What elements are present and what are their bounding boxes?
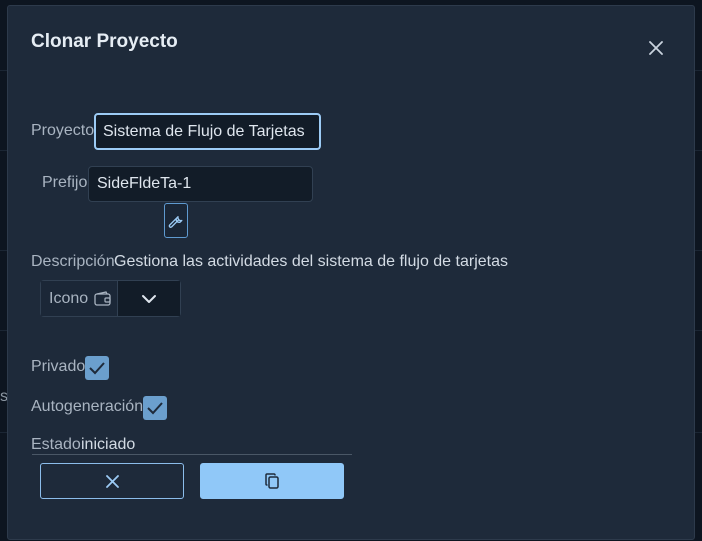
cancel-button[interactable] — [40, 463, 184, 499]
description-label: Descripción — [31, 253, 115, 270]
prefix-input[interactable] — [88, 166, 313, 202]
generate-prefix-button[interactable] — [164, 203, 188, 238]
checkmark-icon — [147, 402, 163, 415]
wrench-icon — [168, 215, 183, 228]
clone-button[interactable] — [200, 463, 344, 499]
icon-selector: Icono — [40, 280, 181, 317]
private-label: Privado — [31, 358, 86, 375]
close-icon — [105, 474, 119, 488]
icon-select-dropdown[interactable] — [118, 281, 180, 316]
clone-project-dialog: Clonar Proyecto Proyecto Prefijo Descrip… — [7, 5, 695, 540]
close-button[interactable] — [645, 37, 667, 59]
private-checkbox[interactable] — [85, 356, 109, 380]
chevron-down-icon — [142, 294, 156, 303]
icon-selector-label-wrap: Icono — [41, 281, 118, 316]
footer-divider — [32, 454, 352, 455]
description-value: Gestiona las actividades del sistema de … — [114, 253, 508, 270]
project-name-input[interactable] — [94, 113, 321, 150]
autogeneration-checkbox[interactable] — [143, 396, 167, 420]
copy-icon — [265, 473, 279, 489]
status-value: iniciado — [81, 436, 136, 453]
autogeneration-label: Autogeneración — [31, 398, 144, 415]
status-label: Estado — [31, 436, 81, 453]
dialog-title: Clonar Proyecto — [31, 31, 178, 52]
wallet-icon — [94, 291, 111, 306]
prefix-label: Prefijo — [42, 174, 88, 191]
icon-label: Icono — [49, 289, 89, 307]
project-label: Proyecto — [31, 122, 95, 139]
checkmark-icon — [89, 362, 105, 375]
close-icon — [649, 41, 663, 55]
